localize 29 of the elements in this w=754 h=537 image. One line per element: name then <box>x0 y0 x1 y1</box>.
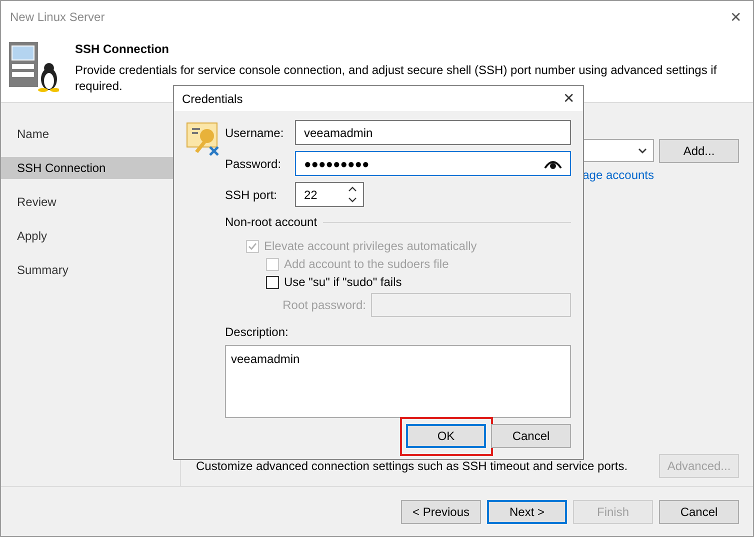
dialog-button[interactable]: Cancel <box>491 424 571 448</box>
dialog-button[interactable]: Add... <box>659 139 739 163</box>
dialog-button[interactable]: < Previous <box>401 500 481 524</box>
default-button[interactable]: OK <box>406 424 486 448</box>
field-label: Password: <box>225 156 282 172</box>
dialog-button[interactable]: Cancel <box>659 500 739 524</box>
close-button[interactable]: ✕ <box>730 6 742 28</box>
eye-icon[interactable] <box>544 158 562 168</box>
default-button[interactable]: Next > <box>487 500 567 524</box>
chevron-down-icon <box>638 148 647 154</box>
checkbox-label: Add account to the sudoers file <box>284 256 449 273</box>
field-label: Username: <box>225 124 285 142</box>
username-field[interactable]: veeamadmin <box>295 120 571 145</box>
advanced-description: Customize advanced connection settings such as SSH timeout and service ports. <box>196 458 628 475</box>
page-title: SSH Connection <box>75 41 170 58</box>
key-certificate-icon <box>186 122 220 156</box>
field-label: Description: <box>225 324 290 341</box>
field-label: Root password: <box>282 297 366 314</box>
checkbox-label: Use "su" if "sudo" fails <box>284 274 402 291</box>
up-down-arrows-icon[interactable] <box>348 186 357 203</box>
password-field[interactable]: ●●●●●●●●● <box>295 151 571 176</box>
ssh-port-spinner[interactable]: 22 <box>295 182 364 207</box>
checkbox-label: Elevate account privileges automatically <box>264 238 477 255</box>
description-field[interactable]: veeamadmin <box>225 345 571 418</box>
field-label: SSH port: <box>225 186 278 204</box>
linux-server-icon <box>9 42 59 92</box>
section-title: Non-root account <box>225 214 318 231</box>
window-title: New Linux Server <box>10 9 105 26</box>
manage-accounts-link[interactable]: age accounts <box>582 166 654 184</box>
